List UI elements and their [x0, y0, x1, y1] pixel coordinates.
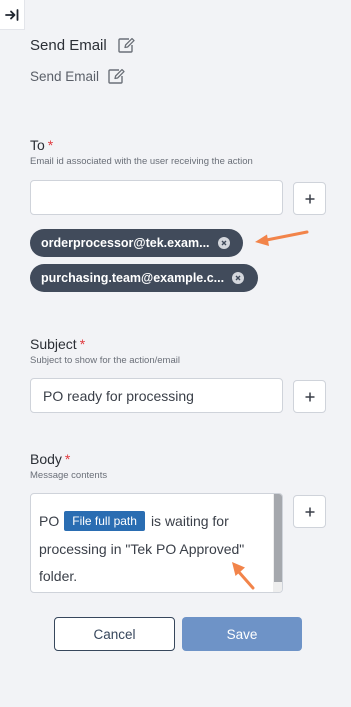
subject-label-text: Subject — [30, 336, 77, 352]
body-label: Body * — [30, 451, 70, 467]
annotation-arrow-icon — [232, 562, 255, 590]
collapse-panel-button[interactable] — [0, 0, 25, 30]
scrollbar-thumb[interactable] — [274, 494, 282, 582]
save-button[interactable]: Save — [182, 617, 302, 651]
subject-label: Subject * — [30, 336, 85, 352]
edit-icon — [118, 37, 135, 53]
recipient-email: purchasing.team@example.c... — [41, 271, 225, 285]
panel-header: Send Email Send Email — [30, 34, 135, 86]
body-scrollbar[interactable] — [273, 494, 282, 592]
file-path-token[interactable]: File full path — [64, 511, 145, 531]
remove-recipient-button[interactable] — [232, 272, 245, 284]
recipient-chip: purchasing.team@example.c... — [30, 264, 258, 292]
to-input[interactable] — [30, 180, 283, 215]
required-mark: * — [79, 336, 86, 352]
subject-add-button[interactable] — [293, 380, 326, 413]
recipient-email: orderprocessor@tek.exam... — [41, 236, 210, 250]
body-add-button[interactable] — [293, 495, 326, 528]
subject-hint: Subject to show for the action/email — [30, 355, 180, 366]
body-label-text: Body — [30, 451, 62, 467]
required-mark: * — [64, 451, 71, 467]
plus-icon — [305, 194, 314, 203]
close-icon — [221, 240, 227, 246]
edit-subtitle-button[interactable] — [107, 68, 125, 85]
panel-subtitle: Send Email — [30, 68, 100, 84]
body-text-before: PO — [39, 513, 60, 529]
edit-title-button[interactable] — [117, 37, 135, 54]
plus-icon — [305, 507, 314, 516]
to-add-button[interactable] — [293, 182, 326, 215]
required-mark: * — [47, 137, 54, 153]
collapse-right-icon — [5, 8, 19, 21]
to-hint: Email id associated with the user receiv… — [30, 156, 253, 167]
panel-title: Send Email — [30, 36, 107, 54]
recipient-chip: orderprocessor@tek.exam... — [30, 229, 243, 257]
to-label-text: To — [30, 137, 45, 153]
annotation-arrow-icon — [255, 230, 309, 246]
to-label: To * — [30, 137, 53, 153]
close-icon — [235, 275, 241, 281]
body-hint: Message contents — [30, 470, 108, 481]
remove-recipient-button[interactable] — [217, 237, 230, 249]
subject-input[interactable]: PO ready for processing — [30, 378, 283, 413]
plus-icon — [305, 392, 314, 401]
cancel-button[interactable]: Cancel — [54, 617, 175, 651]
edit-icon — [108, 68, 125, 84]
